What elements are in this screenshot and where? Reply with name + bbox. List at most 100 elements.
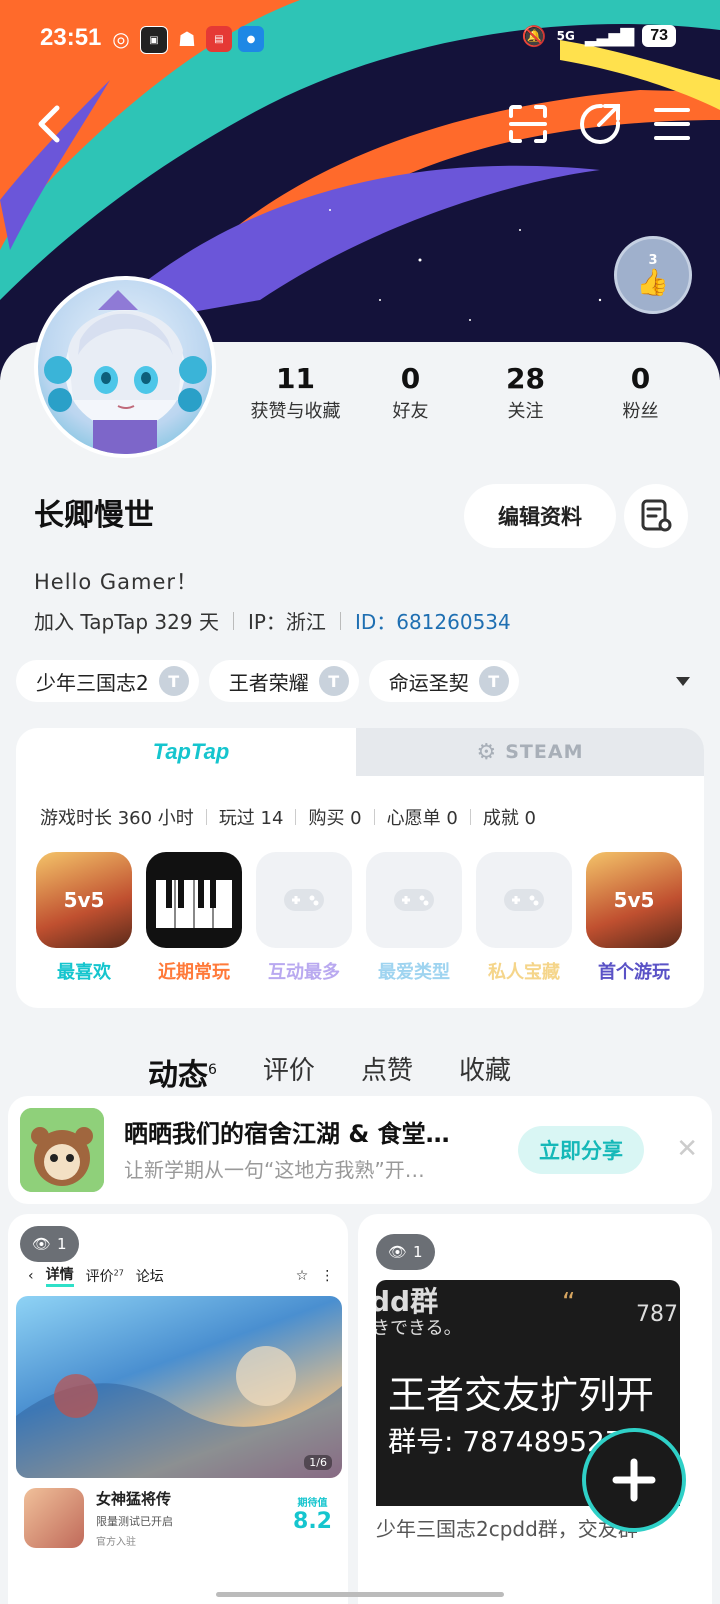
- tag-level-badge: T: [158, 666, 189, 696]
- game-tag-label: 少年三国志2: [36, 670, 149, 695]
- tab-label-text: 评价: [85, 1268, 114, 1285]
- divider: [295, 809, 297, 825]
- game-tag-label: 王者荣耀: [228, 670, 309, 695]
- expand-tags-icon[interactable]: [676, 672, 690, 691]
- eye-icon: 👁: [32, 1235, 52, 1253]
- tab-moments[interactable]: 动态6: [148, 1050, 217, 1094]
- bio: Hello Gamer！: [34, 570, 199, 594]
- tab-count: 27: [113, 1267, 124, 1277]
- highlight-label: 最爱类型: [378, 962, 450, 983]
- highlight-favorite[interactable]: 5v5 最喜欢: [36, 852, 132, 984]
- eye-icon: 👁: [388, 1243, 408, 1261]
- plus-icon: [612, 1458, 656, 1502]
- game-tag: 官方入驻: [96, 1537, 136, 1548]
- game-tag[interactable]: 少年三国志2 T: [16, 660, 199, 702]
- gamepad-icon: [476, 852, 572, 948]
- stat-followers[interactable]: 0 粉丝: [583, 362, 698, 423]
- game-tag[interactable]: 王者荣耀 T: [208, 660, 359, 702]
- level-badge[interactable]: 3 👍: [614, 236, 692, 314]
- tab-steam[interactable]: ⚙ STEAM: [356, 728, 704, 776]
- scan-icon[interactable]: [504, 100, 552, 148]
- toutiao-icon: ▤: [206, 26, 232, 52]
- menu-icon[interactable]: [648, 100, 696, 148]
- back-icon[interactable]: [24, 100, 72, 148]
- tab-likes[interactable]: 点赞: [361, 1050, 413, 1094]
- post-screenshot-nav: ‹ 详情 评价27 论坛 ☆ ⋮: [28, 1264, 334, 1287]
- mute-icon: 🔕: [521, 24, 547, 48]
- tab-label: 动态: [148, 1058, 208, 1093]
- played-count[interactable]: 玩过 14: [219, 804, 284, 830]
- status-app-icons: ◎ ▣ ☗ ▤ ●: [108, 26, 264, 54]
- honor-of-kings-icon: 5v5: [586, 852, 682, 948]
- profile-settings-icon[interactable]: [624, 484, 688, 548]
- tab-favorites[interactable]: 收藏: [459, 1050, 511, 1094]
- game-subtitle: 限量测试已开启: [96, 1515, 173, 1528]
- profile-stats: 11 获赞与收藏 0 好友 28 关注 0 粉丝: [238, 362, 698, 423]
- image-text: 787: [636, 1302, 678, 1327]
- divider: [469, 809, 471, 825]
- game-tag-label: 命运圣契: [388, 670, 469, 695]
- battery-level: 73: [642, 25, 676, 47]
- highlight-label: 近期常玩: [158, 962, 230, 983]
- promo-banner[interactable]: 晒晒我们的宿舍江湖 & 食堂… 让新学期从一句“这地方我熟”开… 立即分享 ✕: [8, 1096, 712, 1204]
- purchased-count[interactable]: 购买 0: [308, 804, 361, 830]
- stat-following[interactable]: 28 关注: [468, 362, 583, 423]
- stat-friends[interactable]: 0 好友: [353, 362, 468, 423]
- divider: [205, 809, 207, 825]
- avatar[interactable]: [34, 276, 216, 458]
- tab-steam-label: STEAM: [505, 741, 584, 763]
- stat-label: 粉丝: [622, 401, 659, 422]
- stat-number: 0: [630, 362, 651, 395]
- highlight-label: 首个游玩: [598, 962, 670, 983]
- promo-subtitle: 让新学期从一句“这地方我熟”开…: [124, 1158, 425, 1182]
- view-count: 👁 1: [376, 1234, 435, 1270]
- achievements-count[interactable]: 成就 0: [483, 804, 536, 830]
- game-highlights: 5v5 最喜欢 近期常玩 互动最多 最爱类型 私人宝藏 5v5 首个游玩: [36, 852, 682, 984]
- tab-taptap[interactable]: TapTap: [16, 728, 366, 776]
- stat-number: 28: [506, 362, 545, 395]
- browser-icon: ●: [238, 26, 264, 52]
- image-page-indicator: 1/6: [304, 1455, 332, 1470]
- level-number: 3: [648, 252, 658, 268]
- post-image: 1/6: [16, 1296, 342, 1478]
- piano-game-icon: [146, 852, 242, 948]
- wishlist-count[interactable]: 心愿单 0: [387, 804, 458, 830]
- divider: [232, 611, 234, 630]
- share-icon[interactable]: [576, 100, 624, 148]
- feed-post[interactable]: 👁 1 ‹ 详情 评价27 论坛 ☆ ⋮ 1/6 女神猛将传 限量测试已开启 官方…: [8, 1214, 348, 1604]
- game-icon: [24, 1488, 84, 1548]
- tab-reviews[interactable]: 评价: [263, 1050, 315, 1094]
- home-indicator[interactable]: [216, 1592, 504, 1597]
- stat-likes-favorites[interactable]: 11 获赞与收藏: [238, 362, 353, 423]
- create-post-button[interactable]: [586, 1432, 682, 1528]
- profile-meta: 加入 TapTap 329 天 IP：浙江 ID：681260534: [34, 606, 511, 635]
- tab-label: 详情: [45, 1264, 74, 1287]
- share-now-button[interactable]: 立即分享: [518, 1126, 644, 1174]
- highlight-first[interactable]: 5v5 首个游玩: [586, 852, 682, 984]
- divider: [373, 809, 375, 825]
- feed-post[interactable]: 👁 1 dd群 きできる。 “ 787 王者交友扩列开 群号: 787489527…: [358, 1214, 712, 1604]
- expectation-score: 期待值 8.2: [293, 1494, 332, 1534]
- play-time[interactable]: 游戏时长 360 小时: [40, 804, 194, 830]
- user-id[interactable]: ID：681260534: [355, 606, 511, 635]
- highlight-recent[interactable]: 近期常玩: [146, 852, 242, 984]
- highlight-genre[interactable]: 最爱类型: [366, 852, 462, 984]
- signal-icon: ▂▃▅▇: [584, 25, 634, 47]
- highlight-label: 最喜欢: [57, 962, 111, 983]
- close-icon[interactable]: ✕: [676, 1134, 698, 1164]
- score-value: 8.2: [293, 1509, 332, 1534]
- game-tag[interactable]: 命运圣契 T: [368, 660, 519, 702]
- image-text: 群号: 787489527: [388, 1425, 623, 1458]
- highlight-interaction[interactable]: 互动最多: [256, 852, 352, 984]
- highlight-label: 私人宝藏: [488, 962, 560, 983]
- profile-tabs: 动态6 评价 点赞 收藏: [148, 1050, 511, 1094]
- highlight-label: 互动最多: [268, 962, 340, 983]
- promo-title: 晒晒我们的宿舍江湖 & 食堂…: [124, 1120, 450, 1148]
- gamepad-icon: [366, 852, 462, 948]
- highlight-treasure[interactable]: 私人宝藏: [476, 852, 572, 984]
- stat-label: 获赞与收藏: [250, 401, 341, 422]
- tab-count: 6: [208, 1062, 217, 1078]
- status-bar: 23:51 ◎ ▣ ☗ ▤ ● 🔕 5G ▂▃▅▇ 73: [0, 22, 720, 58]
- status-time: 23:51: [40, 24, 102, 51]
- edit-profile-button[interactable]: 编辑资料: [464, 484, 616, 548]
